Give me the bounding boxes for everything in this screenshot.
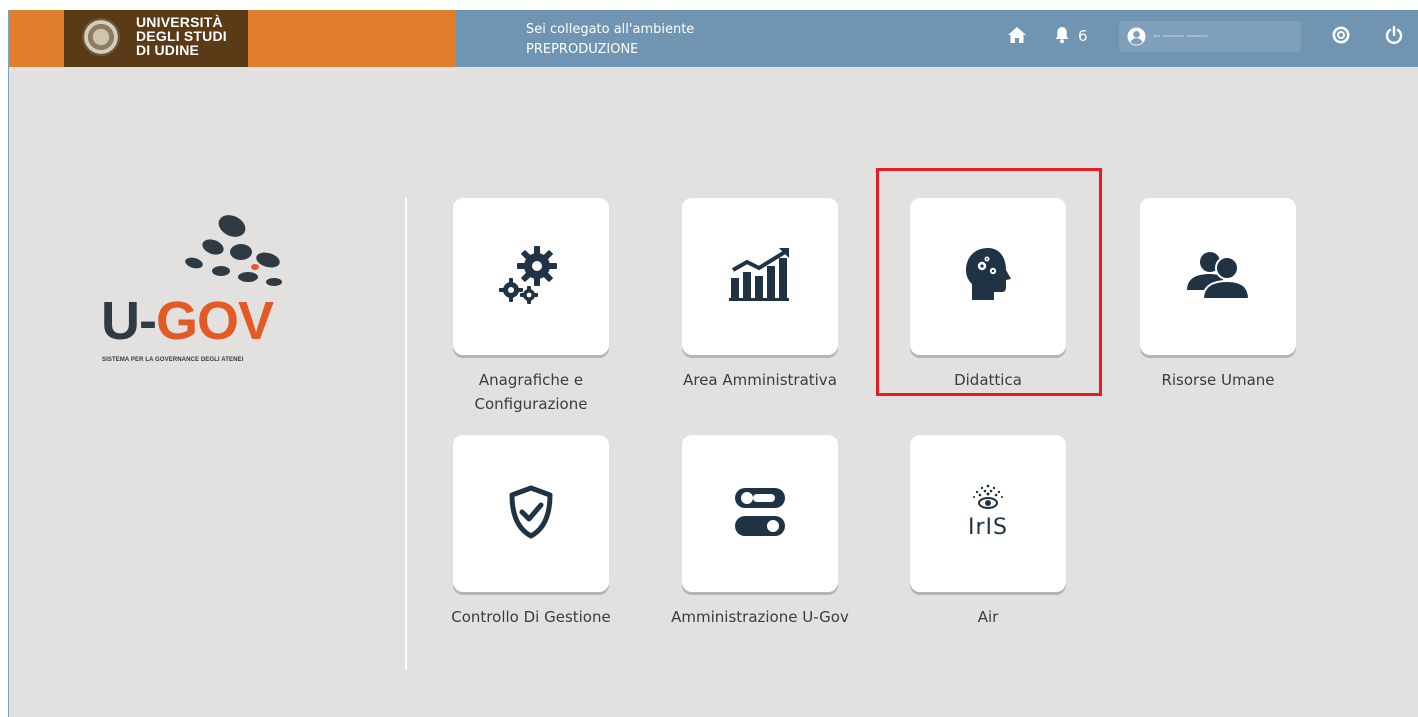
ugov-wordmark-gov: GOV (155, 291, 274, 351)
university-name-line: DI UDINE (136, 42, 200, 58)
environment-label: Sei collegato all'ambiente (526, 22, 695, 37)
power-icon[interactable] (1385, 25, 1403, 49)
bell-icon[interactable] (1054, 26, 1070, 48)
top-bar: UNIVERSITÀ DEGLI STUDI DI UDINE Sei coll… (9, 10, 1418, 67)
university-brand[interactable]: UNIVERSITÀ DEGLI STUDI DI UDINE (9, 10, 456, 67)
tile-controllo-gestione[interactable] (453, 435, 609, 592)
chart-icon (729, 247, 791, 306)
tile-anagrafiche[interactable] (453, 198, 609, 355)
vertical-divider (405, 198, 407, 670)
users-icon (1187, 250, 1251, 304)
tile-label-anagrafiche[interactable]: Anagrafiche e Configurazione (421, 368, 641, 416)
highlight-box-didattica (876, 168, 1102, 396)
tile-risorse-umane[interactable] (1140, 198, 1296, 355)
tile-label-area-amministrativa[interactable]: Area Amministrativa (650, 368, 870, 392)
university-name-line: DEGLI STUDI (136, 28, 227, 44)
home-icon[interactable] (1007, 26, 1027, 48)
university-logo: UNIVERSITÀ DEGLI STUDI DI UDINE (64, 10, 248, 67)
ugov-wordmark-u: U- (101, 291, 157, 351)
university-name: UNIVERSITÀ DEGLI STUDI DI UDINE (136, 15, 246, 57)
tile-area-amministrativa[interactable] (682, 198, 838, 355)
tile-label-controllo-gestione[interactable]: Controllo Di Gestione (421, 605, 641, 629)
user-name: -- ------ ------ (1153, 29, 1208, 42)
user-icon (1127, 27, 1146, 50)
notification-count[interactable]: 6 (1078, 27, 1088, 45)
ugov-logo: U-GOV SISTEMA PER LA GOVERNANCE DEGLI AT… (101, 210, 321, 370)
tile-air[interactable]: IrIS (910, 435, 1066, 592)
shield-check-icon (508, 485, 554, 543)
environment-name: PREPRODUZIONE (526, 42, 639, 57)
tile-label-risorse-umane[interactable]: Risorse Umane (1108, 368, 1328, 392)
tile-amministrazione-ugov[interactable] (682, 435, 838, 592)
help-icon[interactable] (1332, 26, 1350, 48)
tile-label-air[interactable]: Air (878, 605, 1098, 629)
university-name-line: UNIVERSITÀ (136, 14, 223, 30)
svg-text:IrIS: IrIS (968, 515, 1008, 540)
toggles-icon (733, 486, 787, 542)
ugov-dots-icon (185, 215, 282, 286)
app-frame: UNIVERSITÀ DEGLI STUDI DI UDINE Sei coll… (8, 10, 1418, 717)
user-menu[interactable]: -- ------ ------ (1119, 21, 1301, 52)
ugov-wordmark: U-GOV (101, 291, 274, 351)
environment-info: Sei collegato all'ambiente PREPRODUZIONE (526, 20, 694, 60)
iris-logo-icon: IrIS (963, 482, 1013, 546)
university-seal-icon (82, 18, 120, 56)
gears-icon (497, 244, 565, 310)
tile-label-amministrazione-ugov[interactable]: Amministrazione U-Gov (650, 605, 870, 629)
ugov-subtitle: SISTEMA PER LA GOVERNANCE DEGLI ATENEI (102, 357, 244, 363)
